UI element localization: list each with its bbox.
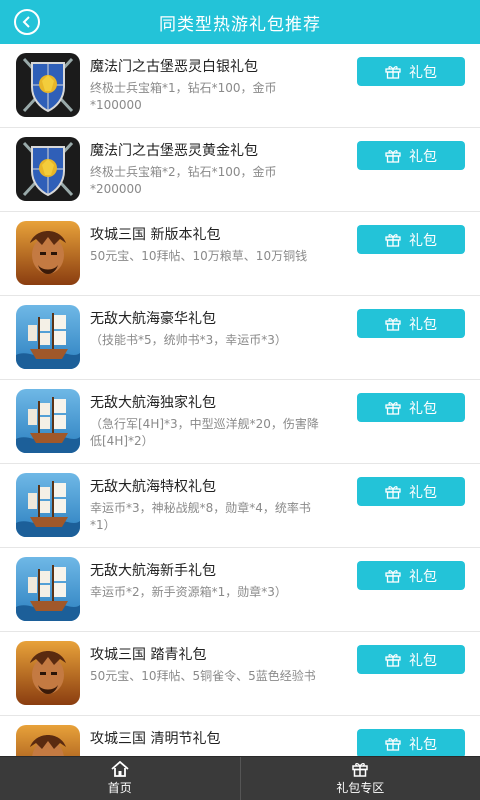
gift-icon	[385, 401, 401, 415]
gift-description: （急行军[4H]*3，中型巡洋舰*20，伤害降低[4H]*2）	[90, 417, 319, 448]
gift-button-label: 礼包	[409, 736, 437, 753]
tab-gift-zone-label: 礼包专区	[336, 781, 385, 795]
gift-icon	[385, 737, 401, 751]
game-thumbnail[interactable]	[16, 305, 80, 369]
gift-icon	[385, 149, 401, 163]
get-gift-button[interactable]: 礼包	[357, 561, 465, 590]
game-thumbnail[interactable]	[16, 725, 80, 756]
get-gift-button[interactable]: 礼包	[357, 309, 465, 338]
game-thumbnail[interactable]	[16, 557, 80, 621]
gift-icon	[385, 485, 401, 499]
gift-button-label: 礼包	[409, 316, 437, 333]
gift-icon	[385, 317, 401, 331]
get-gift-button[interactable]: 礼包	[357, 141, 465, 170]
gift-icon	[385, 233, 401, 247]
gift-description: 50元宝、10拜帖、10万粮草、10万铜钱	[90, 249, 308, 263]
game-thumbnail[interactable]	[16, 473, 80, 537]
back-button[interactable]	[14, 9, 40, 35]
gift-button-label: 礼包	[409, 64, 437, 81]
gift-description: 终极士兵宝箱*2，钻石*100，金币*200000	[90, 165, 277, 196]
gift-title: 攻城三国 踏青礼包	[90, 647, 207, 663]
gift-button-label: 礼包	[409, 400, 437, 417]
list-item[interactable]: 魔法门之古堡恶灵黄金礼包终极士兵宝箱*2，钻石*100，金币*200000 礼包	[0, 128, 480, 212]
gift-icon	[352, 763, 368, 777]
get-gift-button[interactable]: 礼包	[357, 393, 465, 422]
list-item[interactable]: 攻城三国 踏青礼包 50元宝、10拜帖、5铜雀令、5蓝色经验书 礼包	[0, 632, 480, 716]
gift-title: 魔法门之古堡恶灵白银礼包	[90, 59, 258, 75]
gift-button-label: 礼包	[409, 148, 437, 165]
get-gift-button[interactable]: 礼包	[357, 477, 465, 506]
list-item[interactable]: 无敌大航海新手礼包幸运币*2，新手资源箱*1，勋章*3） 礼包	[0, 548, 480, 632]
gift-description: （技能书*5，统帅书*3，幸运币*3）	[90, 333, 287, 347]
gift-title: 攻城三国 新版本礼包	[90, 227, 221, 243]
tab-home-label: 首页	[107, 781, 132, 795]
list-item[interactable]: 无敌大航海特权礼包幸运币*3，神秘战舰*8，勋章*4，统率书*1） 礼包	[0, 464, 480, 548]
gift-title: 攻城三国 清明节礼包	[90, 731, 221, 747]
game-thumbnail[interactable]	[16, 137, 80, 201]
gift-title: 无敌大航海豪华礼包	[90, 311, 216, 327]
gift-list[interactable]: 魔法门之古堡恶灵白银礼包 终极士兵宝箱*1，钻石*100，金币*100000 礼包魔…	[0, 44, 480, 756]
gift-description: 50元宝、10拜帖、5铜雀令、5蓝色经验书	[90, 669, 316, 683]
list-item[interactable]: 魔法门之古堡恶灵白银礼包终极士兵宝箱*1，钻石*100，金币*100000 礼包	[0, 44, 480, 128]
get-gift-button[interactable]: 礼包	[357, 729, 465, 756]
gift-title: 无敌大航海特权礼包	[90, 479, 216, 495]
gift-description: 幸运币*3，神秘战舰*8，勋章*4，统率书*1）	[90, 501, 311, 532]
bottom-tab-bar: 首页 礼包专区	[0, 756, 480, 800]
gift-button-label: 礼包	[409, 568, 437, 585]
gift-title: 无敌大航海新手礼包	[90, 563, 216, 579]
gift-button-label: 礼包	[409, 232, 437, 249]
tab-gift-zone[interactable]: 礼包专区	[239, 757, 480, 800]
list-item[interactable]: 攻城三国 新版本礼包 50元宝、10拜帖、10万粮草、10万铜钱 礼包	[0, 212, 480, 296]
get-gift-button[interactable]: 礼包	[357, 645, 465, 674]
game-thumbnail[interactable]	[16, 53, 80, 117]
page-title: 同类型热游礼包推荐	[159, 14, 321, 35]
game-thumbnail[interactable]	[16, 641, 80, 705]
gift-icon	[385, 569, 401, 583]
get-gift-button[interactable]: 礼包	[357, 57, 465, 86]
gift-description: 终极士兵宝箱*1，钻石*100，金币*100000	[90, 81, 277, 112]
gift-button-label: 礼包	[409, 484, 437, 501]
gift-icon	[385, 65, 401, 79]
home-icon	[111, 761, 129, 777]
gift-description: 幸运币*2，新手资源箱*1，勋章*3）	[90, 585, 287, 599]
list-item[interactable]: 攻城三国 清明节礼包 礼包	[0, 716, 480, 756]
chevron-left-icon	[22, 16, 30, 28]
gift-button-label: 礼包	[409, 652, 437, 669]
list-item[interactable]: 无敌大航海豪华礼包 （技能书*5，统帅书*3，幸运币*3） 礼包	[0, 296, 480, 380]
get-gift-button[interactable]: 礼包	[357, 225, 465, 254]
list-item[interactable]: 无敌大航海独家礼包 （急行军[4H]*3，中型巡洋舰*20，伤害降低[4H]*2）…	[0, 380, 480, 464]
game-thumbnail[interactable]	[16, 389, 80, 453]
gift-title: 无敌大航海独家礼包	[90, 395, 216, 411]
top-bar: 同类型热游礼包推荐	[0, 0, 480, 44]
game-thumbnail[interactable]	[16, 221, 80, 285]
gift-icon	[385, 653, 401, 667]
tab-home[interactable]: 首页	[0, 757, 240, 800]
gift-title: 魔法门之古堡恶灵黄金礼包	[90, 143, 258, 159]
